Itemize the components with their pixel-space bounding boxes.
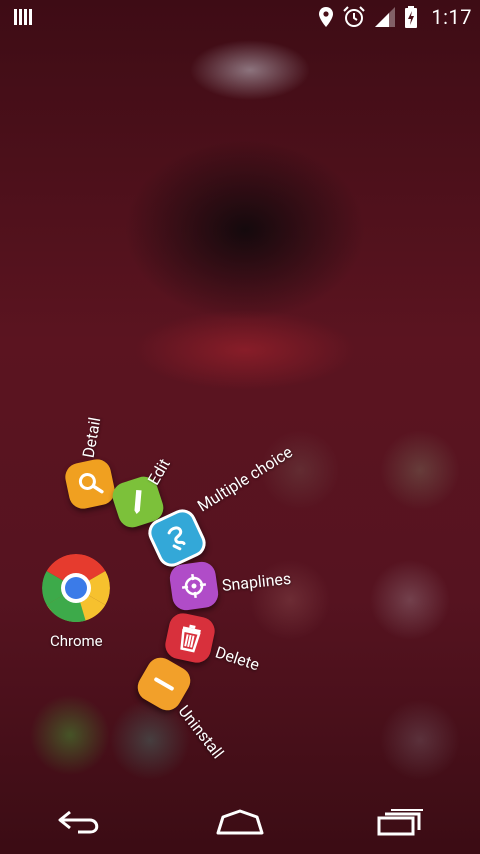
notification-bars-icon: [14, 9, 32, 25]
minus-icon: [154, 677, 174, 691]
chrome-app[interactable]: Chrome: [38, 552, 114, 652]
home-icon: [216, 809, 264, 835]
back-button[interactable]: [40, 790, 120, 854]
multi-select-icon: [167, 526, 186, 551]
navigation-bar: [0, 790, 480, 854]
status-bar: 1:17: [0, 0, 480, 34]
radial-item-detail[interactable]: Detail: [62, 416, 118, 512]
battery-charging-icon: [405, 6, 418, 28]
delete-tile: [162, 610, 218, 666]
back-icon: [58, 810, 99, 834]
chrome-icon: [42, 554, 110, 622]
radial-item-uninstall[interactable]: Uninstall: [132, 652, 228, 762]
location-pin-icon: [319, 7, 334, 27]
home-button[interactable]: [200, 790, 280, 854]
home-wallpaper: [0, 0, 480, 854]
snaplines-tile: [168, 560, 220, 612]
clock-time: 1:17: [431, 5, 472, 29]
radial-item-snaplines[interactable]: Snaplines: [168, 560, 292, 612]
radial-item-delete[interactable]: Delete: [162, 610, 262, 674]
signal-icon: [375, 7, 396, 27]
recents-icon: [377, 809, 423, 836]
magnifier-icon: [78, 472, 104, 494]
chrome-app-label: Chrome: [50, 632, 103, 650]
trash-icon: [180, 624, 201, 653]
alarm-icon: [343, 6, 366, 27]
radial-item-multiple-choice[interactable]: Multiple choice: [143, 442, 296, 572]
detail-tile: [62, 456, 118, 512]
recents-button[interactable]: [360, 790, 440, 854]
crosshair-icon: [181, 573, 207, 599]
